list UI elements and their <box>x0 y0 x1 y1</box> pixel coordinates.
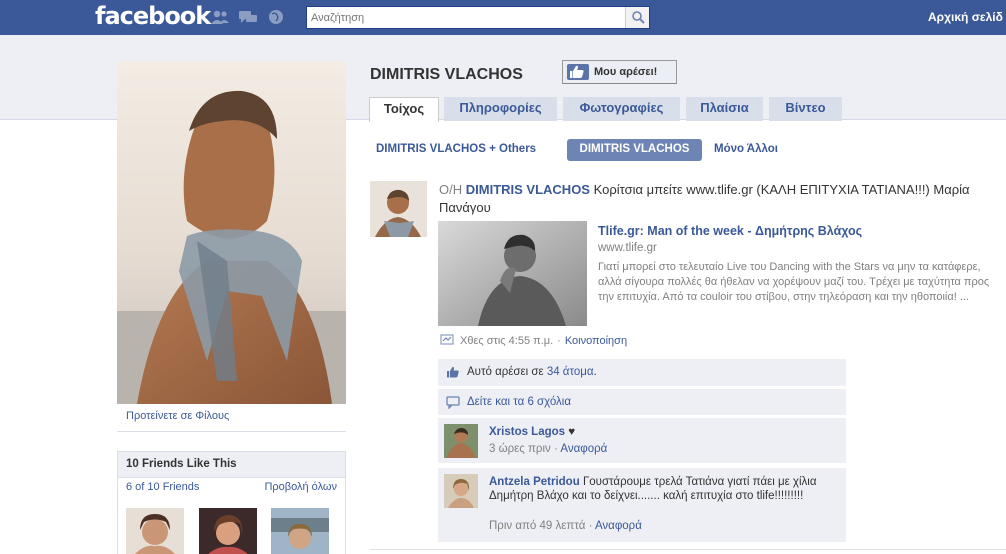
link-post-icon <box>440 333 454 348</box>
comment-bubble-icon <box>446 396 460 410</box>
filter-all-posts[interactable]: DIMITRIS VLACHOS + Others <box>376 143 536 155</box>
post-message: Ο/Η DIMITRIS VLACHOS Κορίτσια μπείτε www… <box>439 181 1004 217</box>
report-link[interactable]: Αναφορά <box>595 520 642 532</box>
meta-separator: · <box>553 443 558 455</box>
comment: Antzela Petridou Γουστάρουμε τρελά Τατιά… <box>438 468 846 542</box>
comment-timestamp: 3 ώρες πριν <box>489 443 551 455</box>
tab-wall[interactable]: Τοίχος <box>369 97 439 122</box>
friends-box-title: 10 Friends Like This <box>118 452 345 478</box>
post-author-name[interactable]: DIMITRIS VLACHOS <box>466 182 590 197</box>
search-input[interactable] <box>307 7 625 28</box>
divider <box>370 549 1006 550</box>
home-link[interactable]: Αρχική σελίδ <box>928 10 1003 24</box>
attachment-url: www.tlife.gr <box>598 242 657 254</box>
friend-requests-icon[interactable] <box>210 9 230 25</box>
share-link[interactable]: Κοινοποίηση <box>565 335 627 347</box>
likes-count-link[interactable]: 34 άτομα <box>547 366 594 378</box>
filter-others-only[interactable]: Μόνο Άλλοι <box>714 143 778 155</box>
top-bar: facebook Αρχική σελίδ <box>0 0 1006 35</box>
report-link[interactable]: Αναφορά <box>560 443 607 455</box>
likes-summary: Αυτό αρέσει σε 34 άτομα. <box>438 359 846 387</box>
attachment-thumbnail[interactable] <box>438 221 587 326</box>
comment-author[interactable]: Xristos Lagos <box>489 426 565 438</box>
commenter-avatar[interactable] <box>444 474 478 508</box>
profile-picture[interactable] <box>117 61 346 404</box>
likes-suffix: . <box>593 366 597 378</box>
post-timestamp[interactable]: Χθες στις 4:55 π.μ. <box>460 335 553 347</box>
comment-timestamp: Πριν από 49 λεπτά <box>489 520 586 532</box>
meta-separator: · <box>557 334 561 347</box>
tab-boxes[interactable]: Πλαίσια <box>686 97 763 121</box>
view-all-link[interactable]: Προβολή όλων <box>264 481 337 493</box>
search-box <box>306 6 650 29</box>
post-author-avatar[interactable] <box>370 181 427 237</box>
like-page-button[interactable]: Μου αρέσει! <box>562 60 677 84</box>
meta-separator: · <box>588 520 593 532</box>
comment-text: ♥ <box>568 426 576 438</box>
friend-avatar[interactable] <box>126 508 184 554</box>
friend-avatar[interactable] <box>199 508 257 554</box>
like-thumb-icon <box>446 366 460 379</box>
post-prefix: Ο/Η <box>439 182 463 197</box>
filter-page-posts[interactable]: DIMITRIS VLACHOS <box>567 139 702 161</box>
facebook-logo[interactable]: facebook <box>95 2 211 30</box>
like-button-label: Μου αρέσει! <box>594 66 658 78</box>
friend-avatar[interactable] <box>271 508 329 554</box>
suggest-to-friends-link[interactable]: Προτείνετε σε Φίλους <box>126 410 229 422</box>
tab-info[interactable]: Πληροφορίες <box>444 97 557 121</box>
view-all-comments-row[interactable]: Δείτε και τα 6 σχόλια <box>438 389 846 416</box>
messages-icon[interactable] <box>238 9 258 25</box>
attachment-title-link[interactable]: Tlife.gr: Man of the week - Δημήτρης Βλά… <box>598 224 862 238</box>
search-icon <box>632 11 645 24</box>
divider <box>117 431 346 432</box>
comment-author[interactable]: Antzela Petridou <box>489 476 580 488</box>
like-thumb-icon <box>567 64 589 80</box>
friends-like-this-box: 10 Friends Like This 6 of 10 Friends Προ… <box>117 451 346 554</box>
attachment-description: Γιατί μπορεί στο τελευταίο Live του Danc… <box>598 261 990 303</box>
notifications-icon[interactable] <box>266 9 286 25</box>
comment: Xristos Lagos ♥ 3 ώρες πριν · Αναφορά <box>438 418 846 464</box>
likes-prefix: Αυτό αρέσει σε <box>467 366 544 378</box>
post-meta: Χθες στις 4:55 π.μ. · Κοινοποίηση <box>440 333 627 348</box>
commenter-avatar[interactable] <box>444 424 478 458</box>
page-title: DIMITRIS VLACHOS <box>370 66 523 83</box>
view-all-comments-link[interactable]: Δείτε και τα 6 σχόλια <box>467 396 571 408</box>
search-button[interactable] <box>625 7 649 28</box>
friends-count-link[interactable]: 6 of 10 Friends <box>126 481 199 493</box>
tab-video[interactable]: Βίντεο <box>769 97 842 121</box>
tab-photos[interactable]: Φωτογραφίες <box>563 97 680 121</box>
